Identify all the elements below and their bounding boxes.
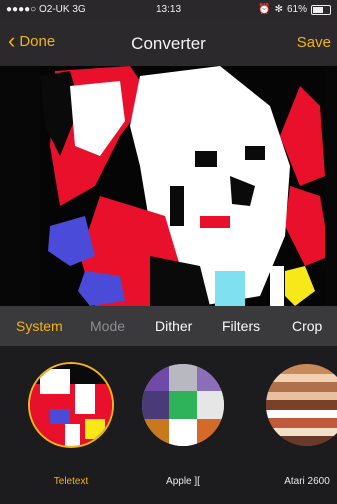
- converter-tab-bar: System Mode Dither Filters Crop: [0, 306, 337, 346]
- battery-percent: 61%: [286, 4, 307, 15]
- page-title: Converter: [131, 34, 206, 53]
- system-label-apple-ii: Apple ][: [166, 476, 200, 487]
- system-option-atari-2600[interactable]: Atari 2600: [262, 364, 337, 487]
- system-option-teletext[interactable]: Teletext: [26, 364, 116, 487]
- alarm-icon: ⏰: [258, 4, 271, 15]
- navigation-bar: ‹ Done Converter Save: [0, 20, 337, 66]
- atari-2600-thumbnail: [266, 364, 337, 446]
- tab-dither[interactable]: Dither: [155, 318, 192, 334]
- save-button[interactable]: Save: [297, 34, 331, 51]
- teletext-thumbnail: [30, 364, 112, 446]
- apple-ii-thumbnail: [142, 364, 224, 446]
- system-option-apple-ii[interactable]: Apple ][: [138, 364, 228, 487]
- bluetooth-icon: ✻: [274, 4, 283, 15]
- status-bar: ●●●●○ O2-UK 3G 13:13 ⏰ ✻ 61%: [0, 0, 337, 20]
- tab-system[interactable]: System: [16, 318, 63, 334]
- teletext-preview-image: [0, 66, 337, 306]
- converted-image-canvas[interactable]: [0, 66, 337, 306]
- tab-filters[interactable]: Filters: [222, 318, 260, 334]
- system-label-teletext: Teletext: [53, 476, 89, 487]
- tab-mode[interactable]: Mode: [90, 318, 125, 334]
- tab-crop[interactable]: Crop: [292, 318, 322, 334]
- battery-icon: [311, 4, 331, 15]
- system-picker: Teletext Apple ][Atari 2600: [0, 346, 337, 504]
- system-label-atari-2600: Atari 2600: [284, 476, 330, 487]
